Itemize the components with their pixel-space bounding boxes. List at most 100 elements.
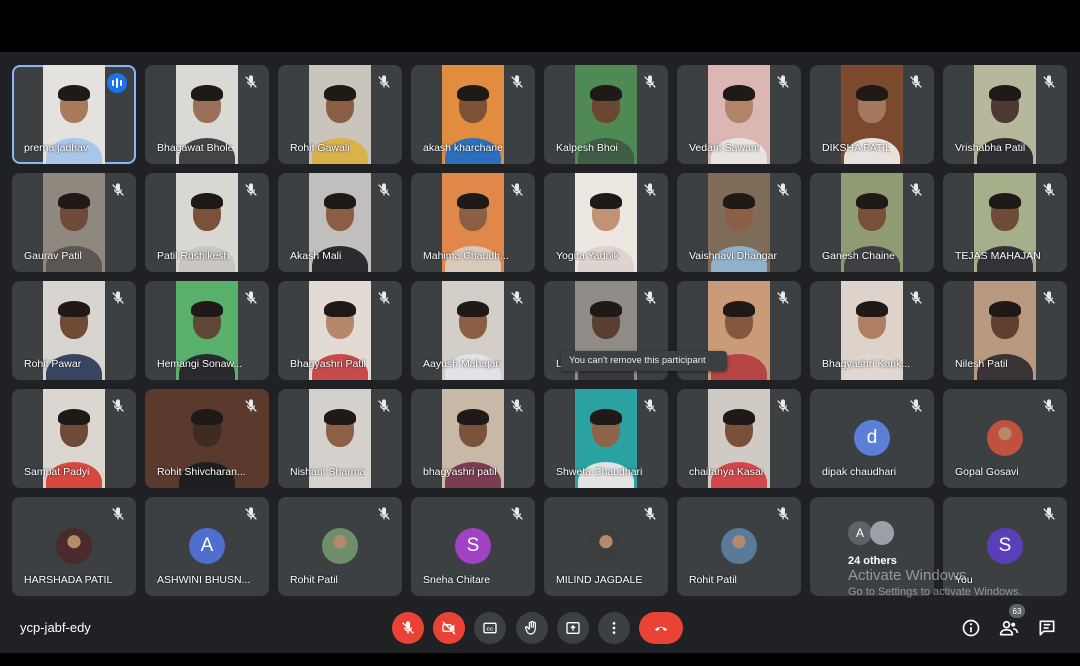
mic-off-icon xyxy=(376,182,392,198)
video-person-hair xyxy=(191,300,223,317)
participant-tile[interactable]: Yogita Yadnik xyxy=(544,173,668,272)
participant-tile[interactable]: chaitanya Kasar xyxy=(677,389,801,488)
participant-tile[interactable]: Rohit Pawar xyxy=(12,281,136,380)
mic-off-icon xyxy=(775,182,791,198)
participant-photo-avatar xyxy=(987,420,1023,456)
mic-off-icon xyxy=(775,74,791,90)
mic-off-icon xyxy=(775,506,791,522)
present-button[interactable] xyxy=(557,612,589,644)
participant-name: Sneha Chitare xyxy=(423,574,491,586)
participant-tile[interactable]: Bhagyashri Patil xyxy=(278,281,402,380)
mic-off-icon xyxy=(509,290,525,306)
participant-tile[interactable]: Rohit Gawali xyxy=(278,65,402,164)
participant-tile[interactable]: Gopal Gosavi xyxy=(943,389,1067,488)
video-person-hair xyxy=(723,300,755,317)
participant-name: prerna jadhav xyxy=(24,142,89,154)
captions-button[interactable]: CC xyxy=(474,612,506,644)
participant-tile[interactable]: Gaurav Patil xyxy=(12,173,136,272)
meeting-info-button[interactable] xyxy=(959,616,983,640)
participant-tile[interactable]: Rohit Patil xyxy=(677,497,801,596)
participant-name: Nishant Sharma xyxy=(290,466,366,478)
hand-icon xyxy=(524,620,540,636)
participant-grid: prerna jadhav Bhagawat Bhole Rohit Gawali a… xyxy=(12,65,1068,597)
mic-off-icon xyxy=(376,506,392,522)
people-icon xyxy=(999,618,1019,638)
video-person-hair xyxy=(191,408,223,425)
participant-name: Nilesh Patil xyxy=(955,358,1008,370)
participant-tile[interactable]: Bhagyashri Kank... xyxy=(810,281,934,380)
mic-off-icon xyxy=(1041,290,1057,306)
more-options-button[interactable] xyxy=(598,612,630,644)
meeting-code: ycp-jabf-edy xyxy=(20,620,91,635)
participant-name: Shweta Chaudhari xyxy=(556,466,643,478)
camera-off-icon xyxy=(441,620,457,636)
participant-tile[interactable]: Nilesh Patil xyxy=(943,281,1067,380)
participant-tile[interactable]: d dipak chaudhari xyxy=(810,389,934,488)
participant-tile[interactable]: TEJAS MAHAJAN xyxy=(943,173,1067,272)
mic-off-icon xyxy=(509,74,525,90)
participant-name: Aayush Mahajan xyxy=(423,358,502,370)
others-avatar-photo xyxy=(870,521,894,545)
video-person-hair xyxy=(989,300,1021,317)
mic-off-icon xyxy=(642,290,658,306)
chat-button[interactable] xyxy=(1035,616,1059,640)
video-person-hair xyxy=(590,300,622,317)
participant-tile[interactable]: Nishant Sharma xyxy=(278,389,402,488)
participant-name: Yogita Yadnik xyxy=(556,250,619,262)
watermark-title: Activate Windows xyxy=(848,567,967,584)
mic-off-icon xyxy=(642,398,658,414)
video-person-hair xyxy=(723,408,755,425)
others-avatar-letter: A xyxy=(848,521,872,545)
leave-call-button[interactable] xyxy=(639,612,683,644)
participant-tile[interactable]: Rohit Patil xyxy=(278,497,402,596)
participant-tile[interactable]: prerna jadhav xyxy=(12,65,136,164)
participant-tile[interactable]: DIKSHA PATIL xyxy=(810,65,934,164)
participant-tile[interactable]: A ASHWINI BHUSN... xyxy=(145,497,269,596)
activate-windows-watermark: Activate Windows Go to Settings to activ… xyxy=(848,567,1022,598)
video-person-hair xyxy=(989,192,1021,209)
mic-off-icon xyxy=(775,290,791,306)
participant-avatar: S xyxy=(455,528,491,564)
participant-photo-avatar xyxy=(322,528,358,564)
participant-tile[interactable]: Aayush Mahajan xyxy=(411,281,535,380)
participant-tile[interactable]: Vaishnavi Dhangar xyxy=(677,173,801,272)
participant-tile[interactable]: Kalpesh Bhoi xyxy=(544,65,668,164)
participant-name: Rohit Patil xyxy=(689,574,737,586)
chat-icon xyxy=(1037,618,1057,638)
people-button[interactable] xyxy=(997,616,1021,640)
participant-tile[interactable]: Sampat Padyi xyxy=(12,389,136,488)
raise-hand-button[interactable] xyxy=(516,612,548,644)
end-call-icon xyxy=(651,620,671,636)
video-person-hair xyxy=(457,408,489,425)
mic-off-icon xyxy=(243,398,259,414)
mic-off-icon xyxy=(642,506,658,522)
participant-tile[interactable]: Bhagawat Bhole xyxy=(145,65,269,164)
participant-tile[interactable]: HARSHADA PATIL xyxy=(12,497,136,596)
participant-tile[interactable]: S Sneha Chitare xyxy=(411,497,535,596)
participant-name: Ganesh Chaine xyxy=(822,250,895,262)
participant-name: Kalpesh Bhoi xyxy=(556,142,618,154)
video-person-hair xyxy=(324,192,356,209)
video-person-hair xyxy=(58,192,90,209)
participant-tile[interactable]: Vedant Sawant xyxy=(677,65,801,164)
participant-tile[interactable]: Ganesh Chaine xyxy=(810,173,934,272)
participant-tile[interactable]: MILIND JAGDALE xyxy=(544,497,668,596)
camera-button[interactable] xyxy=(433,612,465,644)
participant-tile[interactable]: Patil Rushikesh xyxy=(145,173,269,272)
participant-name: TEJAS MAHAJAN xyxy=(955,250,1041,262)
mic-off-icon xyxy=(509,398,525,414)
participant-tile[interactable]: Rohit Shivcharan... xyxy=(145,389,269,488)
participant-tile[interactable]: Vrishabha Patil xyxy=(943,65,1067,164)
mic-button[interactable] xyxy=(392,612,424,644)
participant-tile[interactable]: Hemangi Sonaw... xyxy=(145,281,269,380)
participant-name: dipak chaudhari xyxy=(822,466,897,478)
participant-tile[interactable]: bhagyashri patil xyxy=(411,389,535,488)
participant-tile[interactable]: Shweta Chaudhari xyxy=(544,389,668,488)
mic-off-icon xyxy=(908,74,924,90)
participant-photo-avatar xyxy=(56,528,92,564)
participant-tile[interactable]: Akash Mali xyxy=(278,173,402,272)
participant-tile[interactable]: Mahima Chaudh... xyxy=(411,173,535,272)
participant-tile[interactable]: akash kharchane xyxy=(411,65,535,164)
video-person-hair xyxy=(590,408,622,425)
mic-off-icon xyxy=(243,290,259,306)
